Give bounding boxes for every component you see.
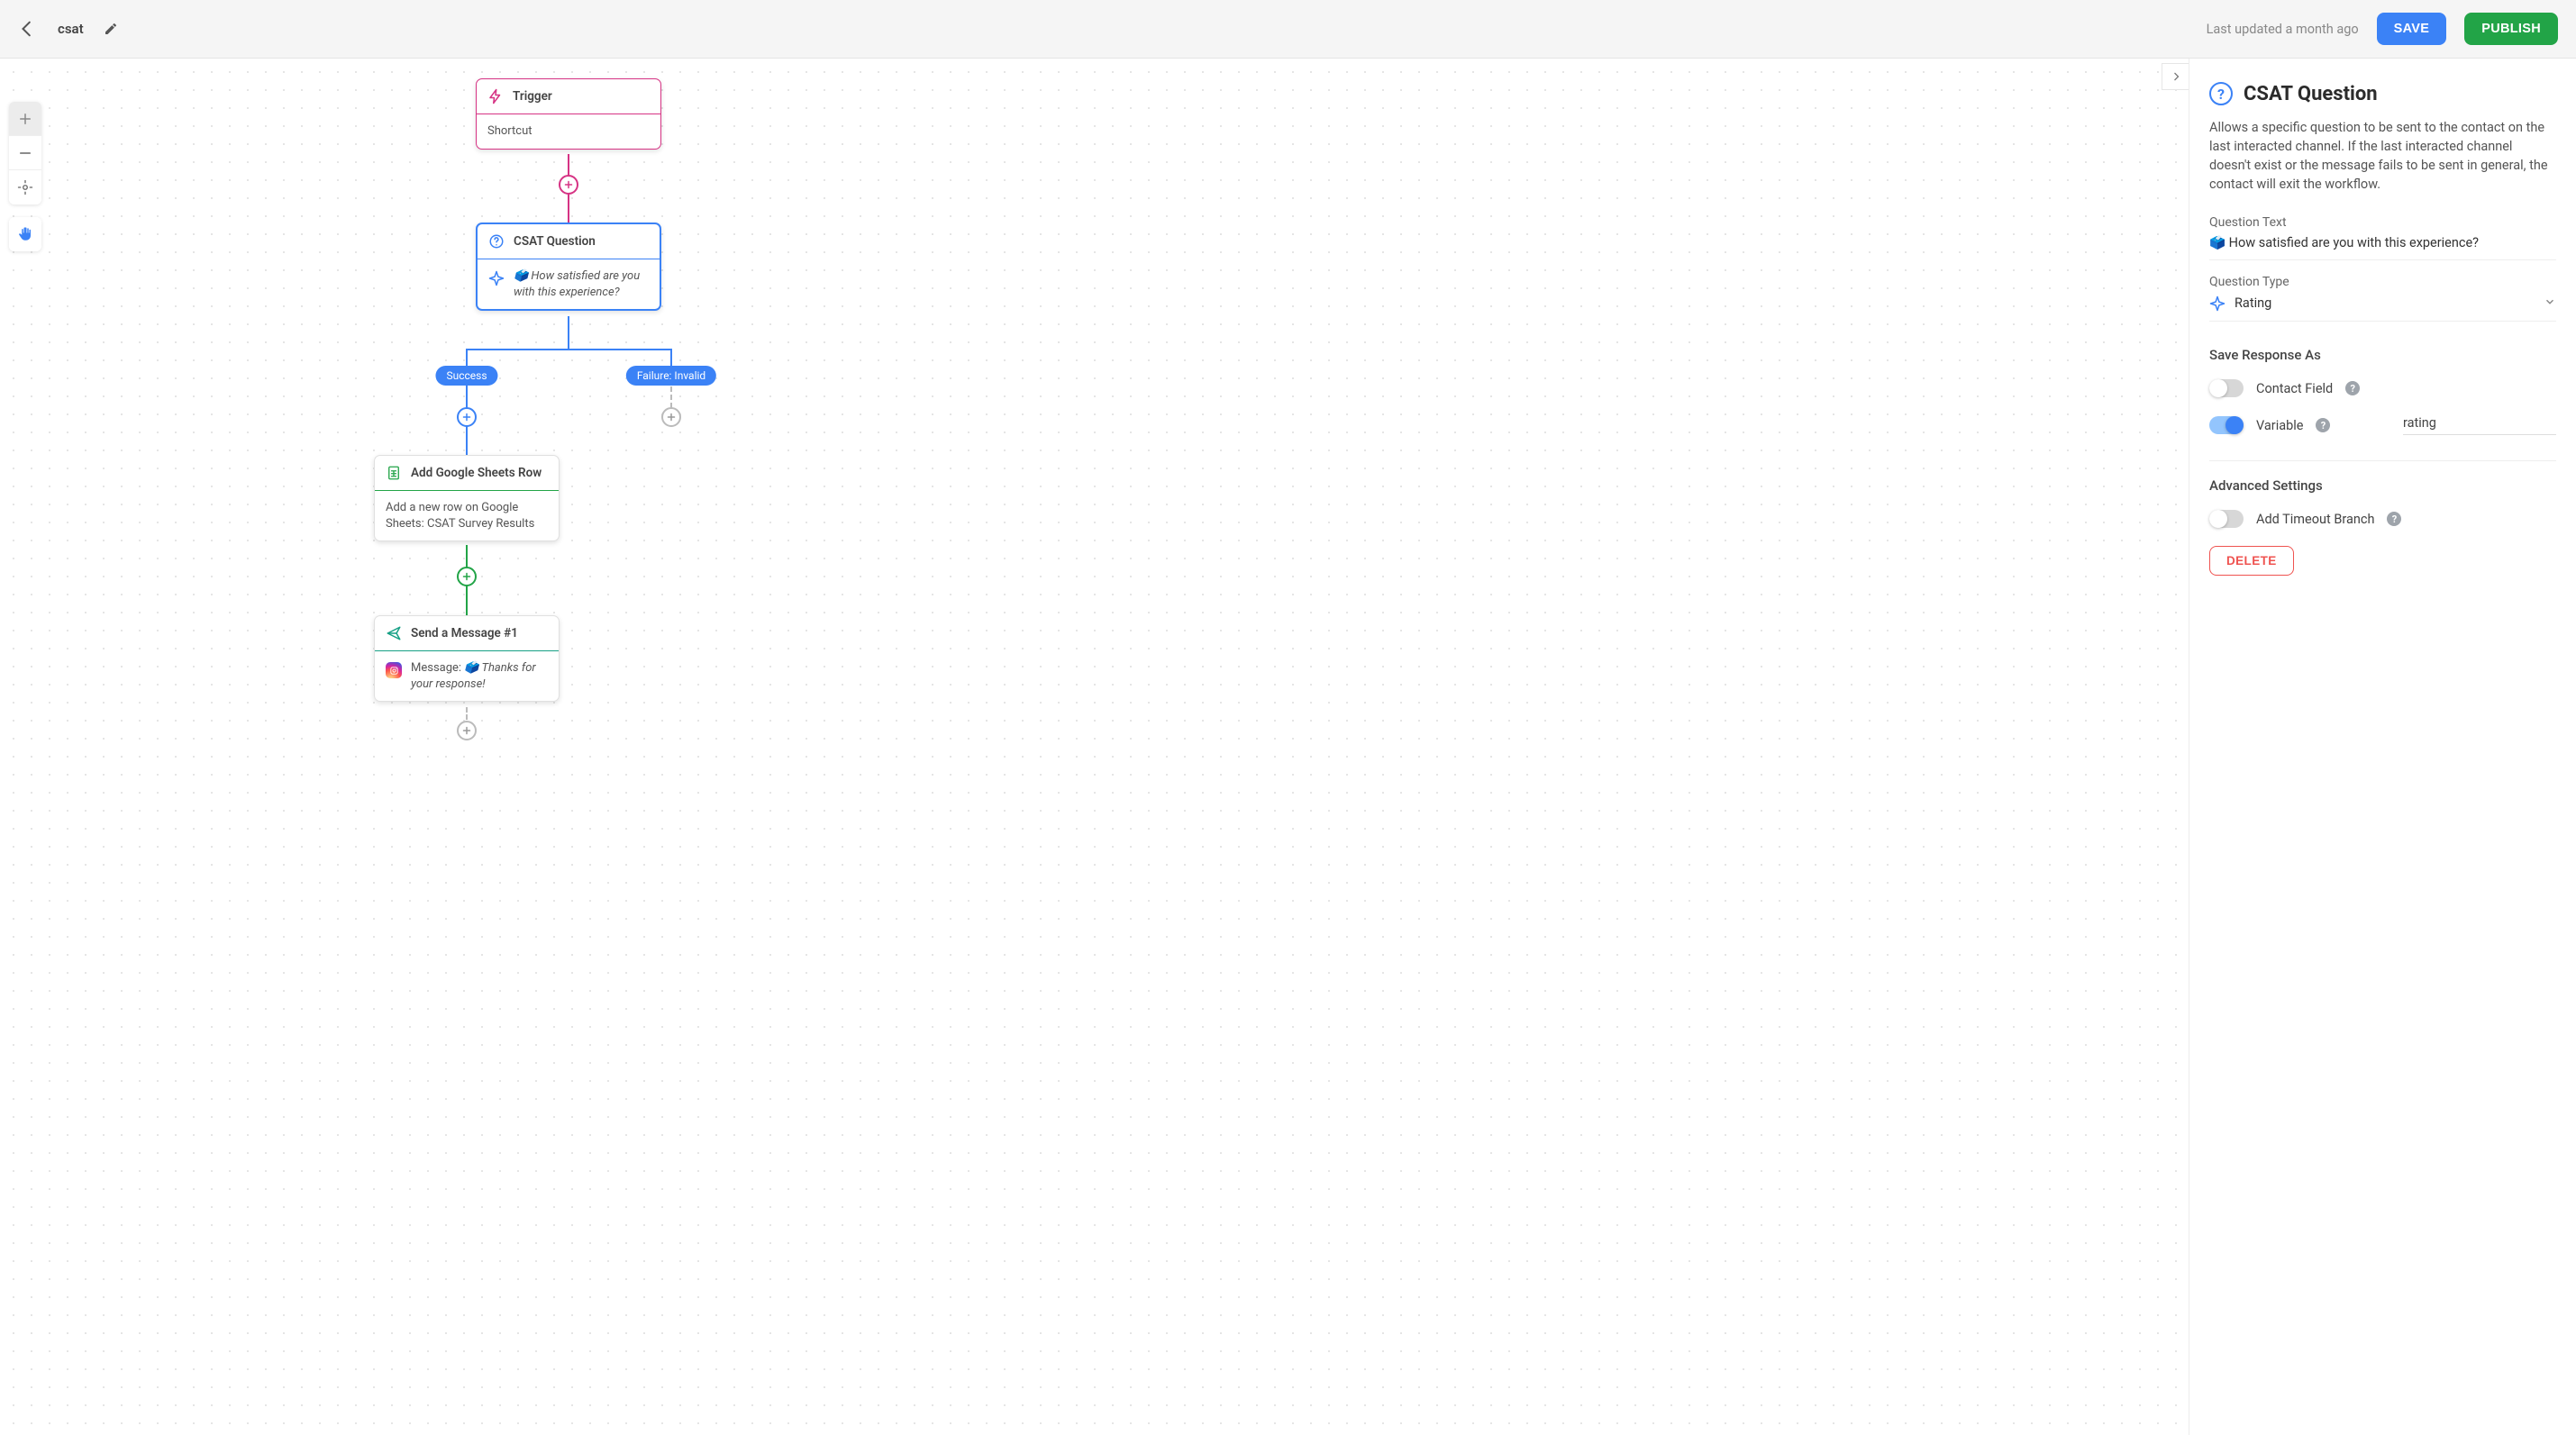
- panel-title: CSAT Question: [2244, 83, 2378, 105]
- node-send-message[interactable]: Send a Message #1 Message: 🗳️ Thanks for…: [374, 615, 560, 702]
- question-text-field[interactable]: Question Text 🗳️ How satisfied are you w…: [2209, 215, 2556, 260]
- main-area: Trigger Shortcut CSAT Question: [0, 59, 2576, 1435]
- node-sheets-body: Add a new row on Google Sheets: CSAT Sur…: [375, 491, 559, 540]
- node-message-title: Send a Message #1: [411, 626, 518, 640]
- question-type-select[interactable]: Rating: [2209, 295, 2556, 312]
- sparkle-icon: [2209, 295, 2226, 312]
- panel-title-row: ? CSAT Question: [2209, 82, 2556, 105]
- advanced-settings-title: Advanced Settings: [2209, 477, 2556, 494]
- node-sheets-header: Add Google Sheets Row: [375, 456, 559, 491]
- save-response-section-title: Save Response As: [2209, 347, 2556, 363]
- node-csat-question[interactable]: CSAT Question 🗳️ How satisfied are you w…: [476, 223, 661, 311]
- variable-label: Variable: [2256, 418, 2303, 433]
- send-icon: [386, 625, 402, 641]
- delete-button[interactable]: DELETE: [2209, 546, 2294, 576]
- connector: [466, 349, 468, 457]
- header-left: csat: [18, 19, 118, 39]
- node-csat-title: CSAT Question: [514, 234, 596, 249]
- question-text-label: Question Text: [2209, 215, 2556, 230]
- add-step-button[interactable]: [457, 407, 477, 427]
- help-icon[interactable]: ?: [2345, 381, 2360, 395]
- zoom-out-button[interactable]: [9, 136, 41, 170]
- node-message-body: Message: 🗳️ Thanks for your response!: [375, 651, 559, 701]
- branch-failure-label[interactable]: Failure: Invalid: [626, 366, 716, 386]
- zoom-in-button[interactable]: [9, 102, 41, 136]
- side-panel: ? CSAT Question Allows a specific questi…: [2189, 59, 2576, 1435]
- question-circle-icon: ?: [2209, 82, 2233, 105]
- sparkle-icon: [488, 270, 505, 286]
- instagram-icon: [386, 662, 402, 678]
- node-trigger-title: Trigger: [513, 89, 552, 104]
- contact-field-toggle-row: Contact Field ?: [2209, 379, 2556, 397]
- node-csat-body: 🗳️ How satisfied are you with this exper…: [478, 259, 660, 309]
- back-arrow-icon[interactable]: [18, 19, 38, 39]
- last-updated-text: Last updated a month ago: [2207, 22, 2359, 37]
- timeout-branch-toggle[interactable]: [2209, 510, 2244, 528]
- question-circle-icon: [488, 233, 505, 250]
- save-button[interactable]: SAVE: [2377, 13, 2447, 45]
- chevron-down-icon: [2544, 295, 2556, 312]
- nodes-layer: Trigger Shortcut CSAT Question: [0, 59, 2189, 1435]
- help-icon[interactable]: ?: [2387, 512, 2401, 526]
- pan-tool-button[interactable]: [9, 217, 41, 251]
- variable-toggle-row: Variable ? rating: [2209, 415, 2556, 435]
- add-step-button[interactable]: [457, 567, 477, 586]
- node-google-sheets[interactable]: Add Google Sheets Row Add a new row on G…: [374, 455, 560, 541]
- help-icon[interactable]: ?: [2316, 418, 2330, 432]
- question-type-field[interactable]: Question Type Rating: [2209, 275, 2556, 322]
- branch-success-label[interactable]: Success: [435, 366, 497, 386]
- node-trigger-body: Shortcut: [477, 114, 660, 149]
- timeout-toggle-row: Add Timeout Branch ?: [2209, 510, 2556, 528]
- header-bar: csat Last updated a month ago SAVE PUBLI…: [0, 0, 2576, 59]
- node-sheets-title: Add Google Sheets Row: [411, 466, 542, 480]
- contact-field-toggle[interactable]: [2209, 379, 2244, 397]
- workflow-canvas[interactable]: Trigger Shortcut CSAT Question: [0, 59, 2189, 1435]
- add-step-button[interactable]: [457, 721, 477, 740]
- add-step-button[interactable]: [661, 407, 681, 427]
- question-type-label: Question Type: [2209, 275, 2556, 289]
- question-type-value: Rating: [2235, 295, 2271, 311]
- edit-name-icon[interactable]: [104, 22, 118, 36]
- header-right: Last updated a month ago SAVE PUBLISH: [2207, 13, 2558, 45]
- collapse-panel-button[interactable]: [2162, 63, 2189, 90]
- timeout-label: Add Timeout Branch: [2256, 512, 2374, 527]
- add-step-button[interactable]: [559, 175, 578, 195]
- panel-description: Allows a specific question to be sent to…: [2209, 118, 2556, 194]
- divider: [2209, 460, 2556, 461]
- node-trigger[interactable]: Trigger Shortcut: [476, 78, 661, 150]
- variable-toggle[interactable]: [2209, 416, 2244, 434]
- recenter-button[interactable]: [9, 170, 41, 204]
- node-message-body-text: Message: 🗳️ Thanks for your response!: [411, 660, 548, 692]
- variable-name-input[interactable]: rating: [2403, 415, 2556, 435]
- publish-button[interactable]: PUBLISH: [2464, 13, 2558, 45]
- node-csat-header: CSAT Question: [478, 224, 660, 259]
- canvas-controls: [9, 102, 41, 264]
- question-text-value: 🗳️ How satisfied are you with this exper…: [2209, 235, 2556, 250]
- connector: [670, 386, 672, 408]
- workflow-name: csat: [58, 21, 84, 37]
- connector: [568, 316, 569, 349]
- node-message-header: Send a Message #1: [375, 616, 559, 651]
- node-trigger-header: Trigger: [477, 79, 660, 114]
- contact-field-label: Contact Field: [2256, 381, 2333, 396]
- lightning-icon: [487, 88, 504, 104]
- connector: [467, 349, 672, 350]
- sheets-icon: [386, 465, 402, 481]
- node-csat-body-text: 🗳️ How satisfied are you with this exper…: [514, 268, 649, 300]
